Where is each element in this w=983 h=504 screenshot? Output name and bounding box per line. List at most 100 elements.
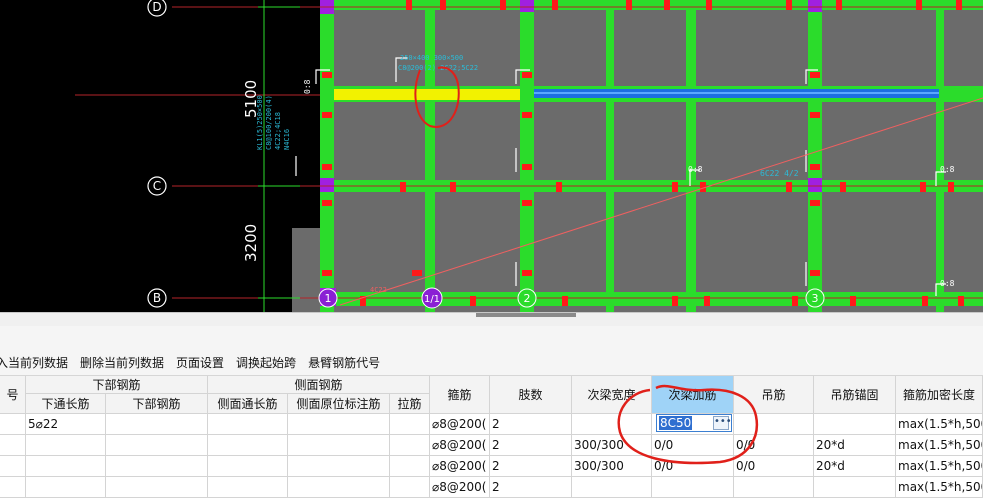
row-1-tie[interactable] — [390, 435, 430, 456]
column-bubble-1-1[interactable]: 1/1 — [421, 287, 443, 309]
row-1-densify[interactable]: max(1.5*h,500) — [896, 435, 983, 456]
row-1-legs[interactable]: 2 — [490, 435, 572, 456]
svg-text:C: C — [153, 179, 161, 193]
row-2-side-long[interactable] — [208, 456, 288, 477]
row-3-sec-add[interactable] — [652, 477, 734, 498]
row-1-bottom-rebar[interactable] — [106, 435, 208, 456]
row-3-legs[interactable]: 2 — [490, 477, 572, 498]
header-secondary-beam-width: 次梁宽度 — [572, 376, 652, 414]
header-side-long: 侧面通长筋 — [208, 394, 288, 414]
row-3-densify[interactable]: max(1.5*h,500) — [896, 477, 983, 498]
row-1-stirrup[interactable]: ⌀8@200( — [430, 435, 490, 456]
row-2-sec-width[interactable]: 300/300 — [572, 456, 652, 477]
row-1-bottom-long[interactable] — [26, 435, 106, 456]
row-1-side-long[interactable] — [208, 435, 288, 456]
row-2-bottom-long[interactable] — [26, 456, 106, 477]
header-stirrup-densify-length: 箍筋加密长度 — [896, 376, 983, 414]
row-2-hanger-anchor[interactable]: 20*d — [814, 456, 896, 477]
insert-column-data-button[interactable]: 入当前列数据 — [0, 354, 68, 371]
plan-drawing[interactable]: 5100 3200 D C B 1 1/1 2 3 250×400 300×50… — [0, 0, 983, 312]
page-setup-button[interactable]: 页面设置 — [176, 354, 224, 371]
table-toolbar: 入当前列数据 删除当前列数据 页面设置 调换起始跨 悬臂钢筋代号 — [0, 350, 983, 376]
row-3-bottom-long[interactable] — [26, 477, 106, 498]
beam-annot-right: 6C22 4/2 — [760, 169, 799, 178]
header-hanger-anchor: 吊筋锚固 — [814, 376, 896, 414]
small-tag-2: 0:8 — [688, 165, 703, 174]
small-tag-4: 0:8 — [940, 279, 955, 288]
splitter-handle[interactable] — [476, 313, 576, 317]
svg-text:B: B — [153, 291, 161, 305]
side-label-2: C8@100/200(4) — [265, 95, 273, 150]
side-label-4: N4C16 — [283, 129, 291, 150]
row-0-side-long[interactable] — [208, 414, 288, 435]
swap-start-span-button[interactable]: 调换起始跨 — [236, 354, 296, 371]
row-3-sec-width[interactable] — [572, 477, 652, 498]
row-0-index[interactable] — [0, 414, 26, 435]
panel-splitter[interactable] — [0, 312, 983, 327]
sec-add-rebar-editor-value[interactable]: 8C50 — [659, 416, 693, 430]
row-0-side-note[interactable] — [288, 414, 390, 435]
svg-text:2: 2 — [524, 292, 531, 305]
row-2-stirrup[interactable]: ⌀8@200( — [430, 456, 490, 477]
row-3-stirrup[interactable]: ⌀8@200( — [430, 477, 490, 498]
row-1-sec-width[interactable]: 300/300 — [572, 435, 652, 456]
row-0-tie[interactable] — [390, 414, 430, 435]
row-3-hanger-anchor[interactable] — [814, 477, 896, 498]
row-2-bottom-rebar[interactable] — [106, 456, 208, 477]
row-0-sec-width[interactable] — [572, 414, 652, 435]
header-stirrup: 箍筋 — [430, 376, 490, 414]
column-bubble-1[interactable]: 1 — [318, 288, 338, 308]
row-3-tie[interactable] — [390, 477, 430, 498]
row-0-hanger[interactable] — [734, 414, 814, 435]
svg-text:3: 3 — [812, 292, 819, 305]
column-bubble-3[interactable]: 3 — [805, 288, 825, 308]
beam-span-table: 号 下部钢筋 侧面钢筋 下通长筋 下部钢筋 侧面通长筋 侧面原位标注筋 拉筋 箍… — [0, 376, 983, 504]
row-2-hanger[interactable]: 0/0 — [734, 456, 814, 477]
row-0-stirrup[interactable]: ⌀8@200( — [430, 414, 490, 435]
header-bottom-long: 下通长筋 — [26, 394, 106, 414]
beam-span-highlighted[interactable] — [334, 89, 520, 100]
svg-text:1/1: 1/1 — [424, 294, 440, 305]
header-legs: 肢数 — [490, 376, 572, 414]
header-secondary-beam-add-rebar: 次梁加筋 — [652, 376, 734, 414]
ellipsis-icon[interactable]: ••• — [713, 416, 732, 430]
row-0-legs[interactable]: 2 — [490, 414, 572, 435]
row-3-side-note[interactable] — [288, 477, 390, 498]
row-2-side-note[interactable] — [288, 456, 390, 477]
axis-bubble-D[interactable]: D — [147, 0, 167, 17]
row-2-densify[interactable]: max(1.5*h,500) — [896, 456, 983, 477]
row-1-side-note[interactable] — [288, 435, 390, 456]
row-3-index[interactable] — [0, 477, 26, 498]
row-1-index[interactable] — [0, 435, 26, 456]
header-bottom-rebar: 下部钢筋 — [106, 394, 208, 414]
delete-column-data-button[interactable]: 删除当前列数据 — [80, 354, 164, 371]
row-2-sec-add[interactable]: 0/0 — [652, 456, 734, 477]
cad-drawing-canvas[interactable]: 5100 3200 D C B 1 1/1 2 3 250×400 300×50… — [0, 0, 983, 312]
row-2-legs[interactable]: 2 — [490, 456, 572, 477]
row-3-hanger[interactable] — [734, 477, 814, 498]
row-0-bottom-long[interactable]: 5⌀22 — [26, 414, 106, 435]
row-2-index[interactable] — [0, 456, 26, 477]
row-0-bottom-rebar[interactable] — [106, 414, 208, 435]
row-0-densify[interactable]: max(1.5*h,500) — [896, 414, 983, 435]
sec-add-rebar-editor[interactable]: 8C50 ••• — [656, 414, 732, 432]
row-1-hanger[interactable]: 0/0 — [734, 435, 814, 456]
cantilever-rebar-code-button[interactable]: 悬臂钢筋代号 — [308, 354, 380, 371]
axis-bubble-B[interactable]: B — [147, 288, 167, 308]
dimension-3200: 3200 — [242, 224, 260, 262]
beam-annot-top-1: 250×400 300×500 — [400, 54, 463, 62]
row-1-sec-add[interactable]: 0/0 — [652, 435, 734, 456]
row-3-side-long[interactable] — [208, 477, 288, 498]
row-1-hanger-anchor[interactable]: 20*d — [814, 435, 896, 456]
beam-annot-diag: 4C22 — [370, 286, 387, 294]
row-0-hanger-anchor[interactable] — [814, 414, 896, 435]
header-index: 号 — [0, 376, 26, 414]
side-label-3: 4C22;4C18 — [274, 112, 282, 150]
axis-bubble-C[interactable]: C — [147, 176, 167, 196]
header-bottom-rebar-group: 下部钢筋 — [26, 376, 208, 394]
row-3-bottom-rebar[interactable] — [106, 477, 208, 498]
column-bubble-2[interactable]: 2 — [517, 288, 537, 308]
small-tag-3: 0:8 — [940, 165, 955, 174]
svg-text:D: D — [152, 0, 161, 14]
row-2-tie[interactable] — [390, 456, 430, 477]
